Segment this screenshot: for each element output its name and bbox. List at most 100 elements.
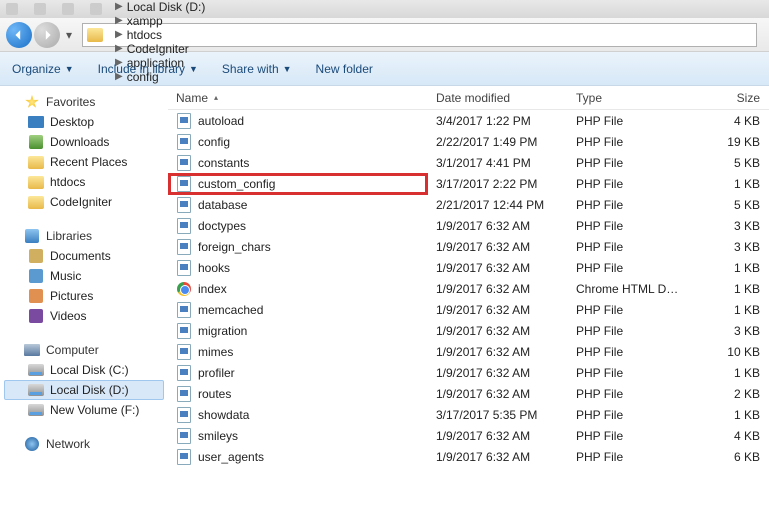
include-library-button[interactable]: Include in library▼ (98, 62, 198, 76)
file-row[interactable]: smileys1/9/2017 6:32 AMPHP File4 KB (168, 425, 769, 446)
sidebar-item-desktop[interactable]: Desktop (4, 112, 164, 132)
column-headers: Name▴ Date modified Type Size (168, 86, 769, 110)
browser-tab[interactable] (6, 3, 22, 15)
php-file-icon (177, 176, 191, 192)
file-size: 1 KB (688, 177, 768, 191)
breadcrumb-segment[interactable]: ▶xampp (109, 14, 207, 28)
breadcrumb-segment[interactable]: ▶htdocs (109, 28, 207, 42)
php-file-icon (177, 113, 191, 129)
file-size: 3 KB (688, 219, 768, 233)
network-heading[interactable]: Network (4, 434, 164, 454)
browser-tab[interactable] (90, 3, 106, 15)
sidebar-item-recent[interactable]: Recent Places (4, 152, 164, 172)
file-name: constants (198, 156, 249, 170)
browser-tab[interactable] (34, 3, 50, 15)
file-row[interactable]: index1/9/2017 6:32 AMChrome HTML Do…1 KB (168, 278, 769, 299)
file-date: 1/9/2017 6:32 AM (428, 429, 568, 443)
php-file-icon (177, 449, 191, 465)
breadcrumb-segment[interactable]: ▶CodeIgniter (109, 42, 207, 56)
folder-icon (28, 196, 44, 209)
chevron-right-icon: ▶ (111, 1, 127, 12)
file-name: user_agents (198, 450, 264, 464)
file-name: config (198, 135, 230, 149)
computer-icon (24, 344, 40, 356)
column-header-name[interactable]: Name▴ (168, 91, 428, 105)
sidebar-item-pictures[interactable]: Pictures (4, 286, 164, 306)
file-row[interactable]: profiler1/9/2017 6:32 AMPHP File1 KB (168, 362, 769, 383)
browser-tab[interactable] (62, 3, 78, 15)
file-row[interactable]: hooks1/9/2017 6:32 AMPHP File1 KB (168, 257, 769, 278)
documents-icon (29, 249, 43, 263)
library-icon (25, 229, 39, 243)
file-row[interactable]: constants3/1/2017 4:41 PMPHP File5 KB (168, 152, 769, 173)
sort-indicator-icon: ▴ (214, 93, 218, 102)
sidebar-item-disk-d[interactable]: Local Disk (D:) (4, 380, 164, 400)
share-with-button[interactable]: Share with▼ (222, 62, 292, 76)
file-name: routes (198, 387, 231, 401)
file-row[interactable]: showdata3/17/2017 5:35 PMPHP File1 KB (168, 404, 769, 425)
file-size: 1 KB (688, 261, 768, 275)
file-name: memcached (198, 303, 263, 317)
file-row[interactable]: config2/22/2017 1:49 PMPHP File19 KB (168, 131, 769, 152)
folder-icon (28, 176, 44, 189)
new-folder-button[interactable]: New folder (316, 62, 373, 76)
file-size: 3 KB (688, 240, 768, 254)
back-button[interactable] (6, 22, 32, 48)
forward-button[interactable] (34, 22, 60, 48)
sidebar-item-disk-c[interactable]: Local Disk (C:) (4, 360, 164, 380)
file-date: 1/9/2017 6:32 AM (428, 345, 568, 359)
libraries-heading[interactable]: Libraries (4, 226, 164, 246)
file-row[interactable]: migration1/9/2017 6:32 AMPHP File3 KB (168, 320, 769, 341)
favorites-heading[interactable]: Favorites (4, 92, 164, 112)
sidebar-item-disk-f[interactable]: New Volume (F:) (4, 400, 164, 420)
computer-heading[interactable]: Computer (4, 340, 164, 360)
file-type: PHP File (568, 450, 688, 464)
file-type: PHP File (568, 366, 688, 380)
breadcrumb-segment[interactable]: ▶Local Disk (D:) (109, 0, 207, 14)
column-header-date[interactable]: Date modified (428, 91, 568, 105)
organize-button[interactable]: Organize▼ (12, 62, 74, 76)
file-row[interactable]: memcached1/9/2017 6:32 AMPHP File1 KB (168, 299, 769, 320)
file-row[interactable]: foreign_chars1/9/2017 6:32 AMPHP File3 K… (168, 236, 769, 257)
file-row[interactable]: custom_config3/17/2017 2:22 PMPHP File1 … (168, 173, 769, 194)
pictures-icon (29, 289, 43, 303)
file-date: 1/9/2017 6:32 AM (428, 387, 568, 401)
file-name: smileys (198, 429, 238, 443)
file-size: 19 KB (688, 135, 768, 149)
file-name: showdata (198, 408, 249, 422)
address-bar[interactable]: ▶Computer▶Local Disk (D:)▶xampp▶htdocs▶C… (82, 23, 757, 47)
sidebar-item-codeigniter[interactable]: CodeIgniter (4, 192, 164, 212)
network-icon (25, 437, 39, 451)
file-size: 1 KB (688, 408, 768, 422)
column-header-type[interactable]: Type (568, 91, 688, 105)
sidebar-item-videos[interactable]: Videos (4, 306, 164, 326)
file-date: 3/4/2017 1:22 PM (428, 114, 568, 128)
file-row[interactable]: doctypes1/9/2017 6:32 AMPHP File3 KB (168, 215, 769, 236)
file-type: PHP File (568, 114, 688, 128)
file-name: mimes (198, 345, 233, 359)
sidebar-item-downloads[interactable]: Downloads (4, 132, 164, 152)
file-type: PHP File (568, 156, 688, 170)
history-dropdown[interactable]: ▾ (62, 28, 76, 42)
file-row[interactable]: routes1/9/2017 6:32 AMPHP File2 KB (168, 383, 769, 404)
file-size: 10 KB (688, 345, 768, 359)
file-size: 6 KB (688, 450, 768, 464)
file-row[interactable]: user_agents1/9/2017 6:32 AMPHP File6 KB (168, 446, 769, 467)
file-row[interactable]: autoload3/4/2017 1:22 PMPHP File4 KB (168, 110, 769, 131)
php-file-icon (177, 218, 191, 234)
sidebar-item-htdocs[interactable]: htdocs (4, 172, 164, 192)
desktop-icon (28, 116, 44, 128)
file-type: PHP File (568, 198, 688, 212)
file-list-pane: Name▴ Date modified Type Size autoload 3/… (168, 86, 769, 521)
file-name: autoload (198, 114, 244, 128)
file-row[interactable]: mimes1/9/2017 6:32 AMPHP File10 KB (168, 341, 769, 362)
sidebar-item-documents[interactable]: Documents (4, 246, 164, 266)
file-type: PHP File (568, 135, 688, 149)
php-file-icon (177, 323, 191, 339)
file-type: Chrome HTML Do… (568, 282, 688, 296)
file-date: 1/9/2017 6:32 AM (428, 219, 568, 233)
file-row[interactable]: database2/21/2017 12:44 PMPHP File5 KB (168, 194, 769, 215)
sidebar-item-music[interactable]: Music (4, 266, 164, 286)
column-header-size[interactable]: Size (688, 91, 768, 105)
file-name: doctypes (198, 219, 246, 233)
